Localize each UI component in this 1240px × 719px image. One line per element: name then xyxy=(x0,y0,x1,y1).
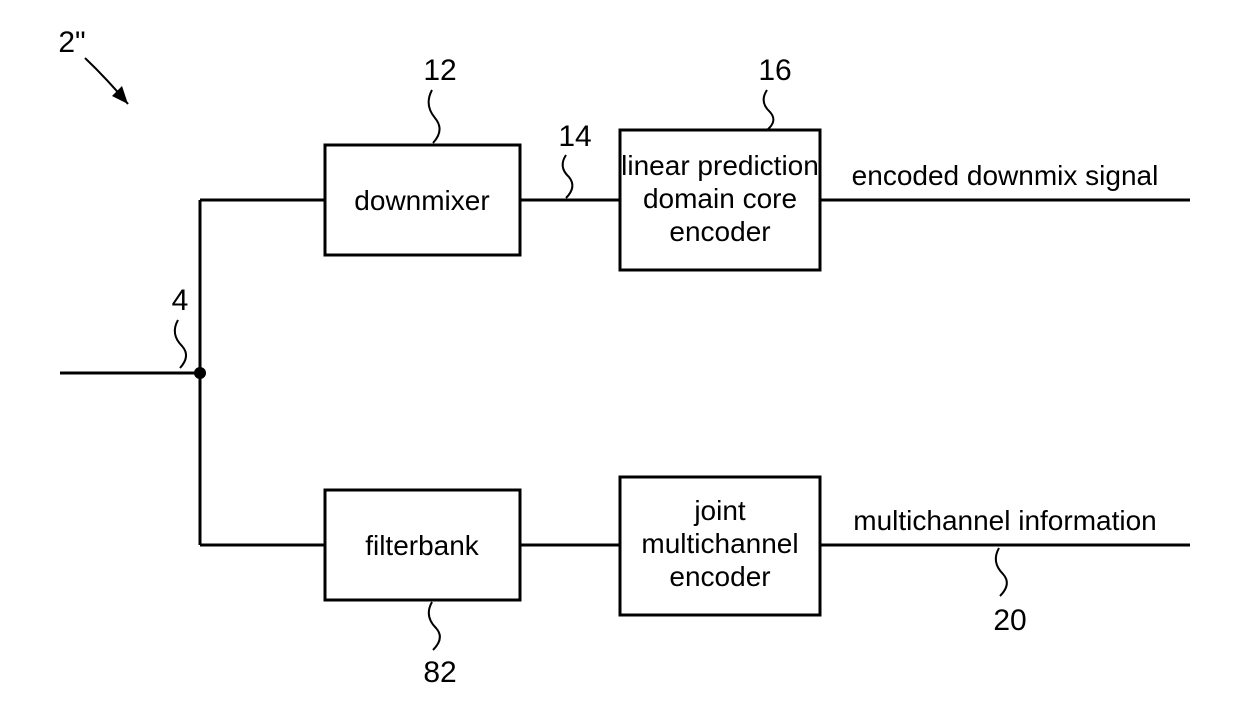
filterbank-label: filterbank xyxy=(365,530,480,561)
mc-encoder-line2: multichannel xyxy=(641,528,798,559)
lp-encoder-line2: domain core xyxy=(643,183,797,214)
output-top-label: encoded downmix signal xyxy=(852,160,1159,191)
mc-encoder-line3: encoder xyxy=(669,561,770,592)
ref-lp-encoder-leader xyxy=(764,90,774,130)
ref-downmixer-leader xyxy=(429,90,440,143)
mc-encoder-line1: joint xyxy=(693,495,746,526)
block-diagram: downmixer linear prediction domain core … xyxy=(0,0,1240,719)
ref-bottom-output-leader xyxy=(996,548,1007,596)
ref-mid-signal-leader xyxy=(563,155,573,198)
ref-filterbank-leader xyxy=(429,602,440,650)
ref-mid-signal: 14 xyxy=(558,120,591,153)
downmixer-label: downmixer xyxy=(354,185,489,216)
ref-lp-encoder: 16 xyxy=(758,54,791,87)
lp-encoder-line3: encoder xyxy=(669,216,770,247)
output-bottom-label: multichannel information xyxy=(853,505,1157,536)
ref-system: 2" xyxy=(58,26,85,59)
ref-downmixer: 12 xyxy=(423,54,456,87)
ref-input: 4 xyxy=(172,284,189,317)
ref-input-leader xyxy=(175,320,186,368)
ref-filterbank: 82 xyxy=(423,656,456,689)
ref-bottom-output: 20 xyxy=(993,604,1026,637)
lp-encoder-line1: linear prediction xyxy=(621,150,819,181)
